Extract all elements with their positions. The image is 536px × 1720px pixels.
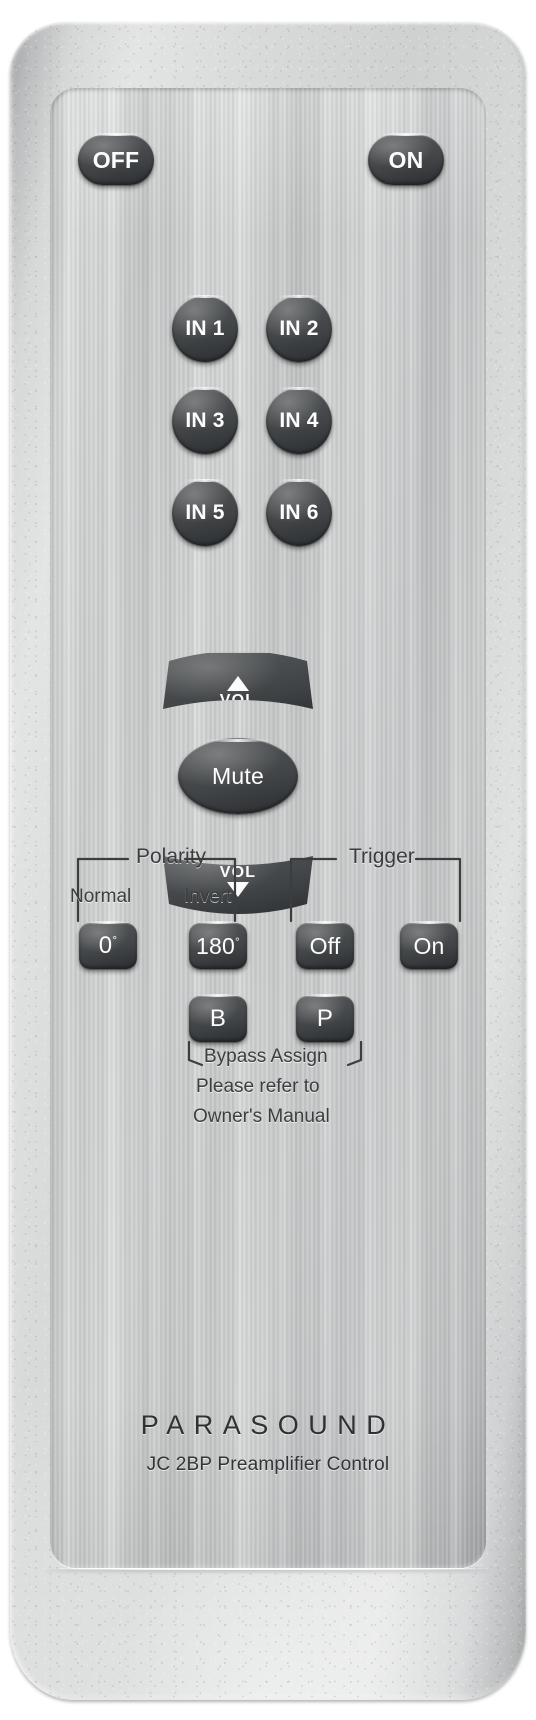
input-2-label: IN 2 <box>279 317 319 340</box>
input-4-label: IN 4 <box>279 409 319 432</box>
polarity-group-label: Polarity <box>136 845 207 868</box>
bypass-caption-line-2: Please refer to <box>196 1076 320 1097</box>
triangle-up-icon <box>227 676 249 691</box>
polarity-invert-caption: Invert <box>184 886 232 907</box>
input-6-label: IN 6 <box>279 501 319 524</box>
trigger-group-label: Trigger <box>349 845 415 868</box>
polarity-invert-button[interactable]: 180° <box>189 921 247 969</box>
trigger-on-label: On <box>413 932 445 959</box>
input-5-label: IN 5 <box>185 501 225 524</box>
polarity-normal-button[interactable]: 0° <box>79 921 137 969</box>
power-on-label: ON <box>388 146 424 173</box>
power-off-button[interactable]: OFF <box>78 133 154 185</box>
volume-up-label: VOL <box>219 691 257 709</box>
bypass-p-label: P <box>316 1005 334 1032</box>
bypass-caption-line-1: Bypass Assign <box>204 1046 328 1067</box>
trigger-off-label: Off <box>309 932 341 959</box>
mute-label: Mute <box>212 762 264 789</box>
brand-wordmark: PARASOUND <box>140 1410 396 1440</box>
polarity-invert-label: 180° <box>196 932 240 959</box>
mute-button[interactable]: Mute <box>178 738 298 814</box>
input-6-button[interactable]: IN 6 <box>266 479 332 546</box>
polarity-normal-caption: Normal <box>70 886 132 907</box>
brushed-metal-texture <box>50 88 486 1568</box>
bypass-p-button[interactable]: P <box>296 994 354 1042</box>
input-3-label: IN 3 <box>185 409 225 432</box>
input-4-button[interactable]: IN 4 <box>266 387 332 454</box>
power-on-button[interactable]: ON <box>368 133 444 185</box>
screenshot-root: OFF ON IN 1 IN 2 IN 3 IN 4 IN 5 IN 6 VOL <box>0 0 536 1720</box>
bypass-b-button[interactable]: B <box>189 994 247 1042</box>
volume-up-button[interactable]: VOL <box>163 653 313 725</box>
input-1-button[interactable]: IN 1 <box>172 295 238 362</box>
trigger-on-button[interactable]: On <box>400 921 458 969</box>
volume-down-label: VOL <box>219 864 257 881</box>
input-3-button[interactable]: IN 3 <box>172 387 238 454</box>
bypass-caption-line-3: Owner's Manual <box>193 1106 330 1127</box>
input-1-label: IN 1 <box>185 317 225 340</box>
input-5-button[interactable]: IN 5 <box>172 479 238 546</box>
brushed-aluminium-faceplate: OFF ON IN 1 IN 2 IN 3 IN 4 IN 5 IN 6 VOL <box>50 88 486 1568</box>
brushed-metal-texture-coarse <box>50 88 486 1568</box>
polarity-normal-label: 0° <box>98 932 118 959</box>
power-off-label: OFF <box>92 146 140 173</box>
trigger-off-button[interactable]: Off <box>296 921 354 969</box>
bypass-b-label: B <box>209 1005 227 1032</box>
model-name-label: JC 2BP Preamplifier Control <box>146 1454 390 1475</box>
input-2-button[interactable]: IN 2 <box>266 295 332 362</box>
